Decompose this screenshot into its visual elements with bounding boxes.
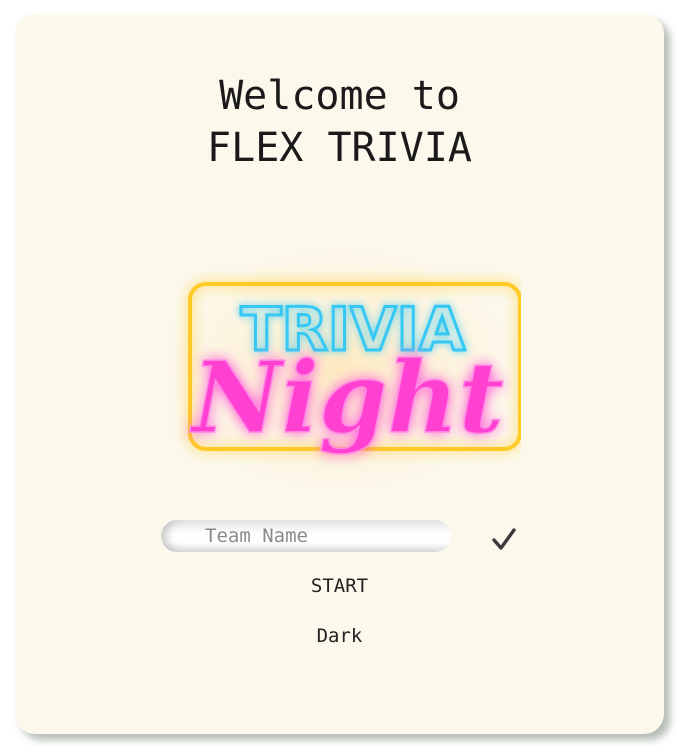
team-name-row [161,520,521,554]
page-title: Welcome to FLEX TRIVIA [15,70,664,174]
title-line-1: Welcome to [219,73,460,119]
team-name-input[interactable] [161,520,451,552]
logo-word-bottom: Night [189,341,504,456]
dark-mode-toggle[interactable]: Dark [15,625,664,647]
confirm-team-button[interactable] [489,520,519,552]
checkmark-icon [492,527,516,550]
start-button[interactable]: START [15,575,664,597]
title-line-2: FLEX TRIVIA [207,125,472,171]
trivia-night-logo: TRIVIA Night [158,242,521,497]
welcome-card: Welcome to FLEX TRIVIA TRIVIA Night Team… [15,14,664,734]
